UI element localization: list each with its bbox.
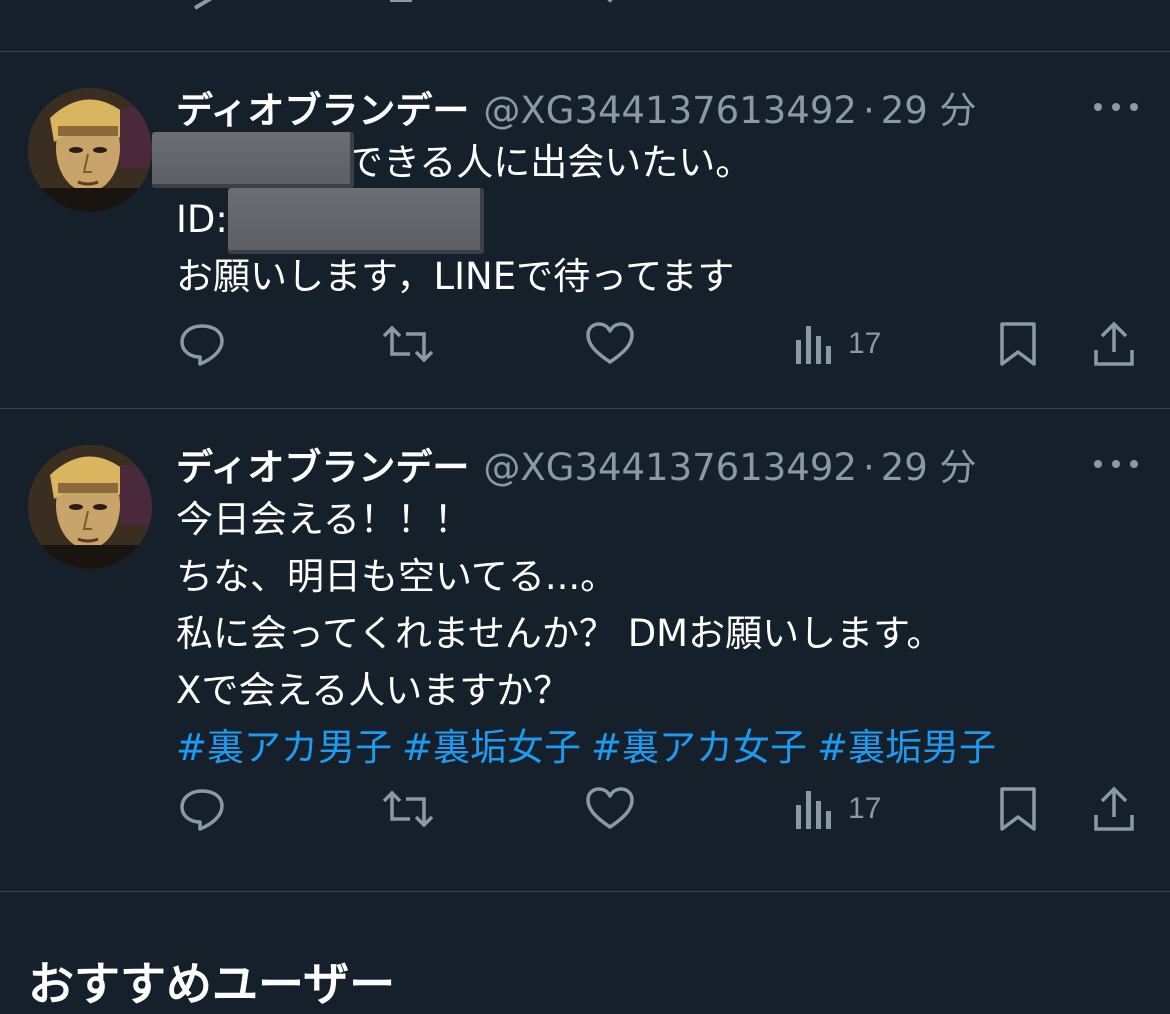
retweet-button[interactable] [382,781,434,837]
like-icon [586,787,634,829]
previous-tweet-actions [0,0,1170,18]
tweet-line: お願いします，LINEで待ってます [176,255,735,298]
tweet-text: 今日会える！！！ ちな、明日も空いてる...。 私に会ってくれませんか？ DMお… [176,491,1006,776]
hashtag-link[interactable]: #裏垢男子 [817,726,996,769]
tweet-1[interactable]: ディオブランデー @XG344137613492 · 29 分 できる人に出会い… [0,52,1170,408]
more-icon[interactable] [1094,454,1138,474]
section-title: おすすめユーザー [28,957,396,1011]
hashtag-link[interactable]: #裏アカ女子 [591,726,807,769]
divider [0,891,1170,892]
bookmark-icon [1000,787,1036,831]
like-button[interactable] [585,781,635,837]
reply-button[interactable] [178,781,226,837]
retweet-button[interactable] [382,316,434,372]
views-count: 17 [848,792,882,825]
redaction-block [228,188,484,254]
tweet-header: ディオブランデー @XG344137613492 · 29 分 [176,437,977,489]
tweet-line: Xで会える人いますか？ [176,669,571,712]
bookmark-button[interactable] [998,781,1038,837]
user-handle[interactable]: @XG344137613492 [483,89,857,132]
tweet-header: ディオブランデー @XG344137613492 · 29 分 [176,80,977,132]
avatar[interactable] [28,88,152,212]
display-name[interactable]: ディオブランデー [176,80,469,134]
timestamp[interactable]: 29 分 [881,80,977,134]
bookmark-icon [1000,322,1036,366]
like-icon [586,322,634,364]
views-count: 17 [848,327,882,360]
tweet-line: 今日会える！！！ [176,498,471,541]
views-icon [796,791,831,829]
like-button[interactable] [585,316,635,372]
separator-dot: · [862,446,875,489]
bookmark-button[interactable] [998,316,1038,372]
views-icon [796,326,831,364]
reply-icon [180,789,224,831]
avatar-image [28,88,152,212]
reply-button[interactable] [178,316,226,372]
hashtag-link[interactable]: #裏垢女子 [402,726,581,769]
views-button[interactable]: 17 [794,781,881,837]
tweet-line: ちな、明日も空いてる...。 [176,555,618,598]
retweet-icon [382,790,434,828]
hashtag-line: #裏アカ男子 #裏垢女子 #裏アカ女子 #裏垢男子 [176,719,1006,776]
avatar-image [28,445,152,569]
previous-tweet-action-icons [193,0,613,10]
tweet-actions: 17 [0,781,1170,837]
reply-icon [180,324,224,366]
views-button[interactable]: 17 [794,316,881,372]
user-handle[interactable]: @XG344137613492 [483,446,857,489]
hashtag-link[interactable]: #裏アカ男子 [176,726,392,769]
more-icon[interactable] [1094,97,1138,117]
separator-dot: · [862,89,875,132]
avatar[interactable] [28,445,152,569]
retweet-icon [382,325,434,363]
share-button[interactable] [1092,781,1136,837]
tweet-2[interactable]: ディオブランデー @XG344137613492 · 29 分 今日会える！！！… [0,409,1170,891]
redaction-block [152,132,354,188]
display-name[interactable]: ディオブランデー [176,437,469,491]
share-icon [1094,786,1134,831]
tweet-actions: 17 [0,316,1170,372]
tweet-line: 私に会ってくれませんか？ DMお願いします。 [176,612,944,655]
timestamp[interactable]: 29 分 [881,437,977,491]
share-button[interactable] [1092,316,1136,372]
share-icon [1094,321,1134,366]
